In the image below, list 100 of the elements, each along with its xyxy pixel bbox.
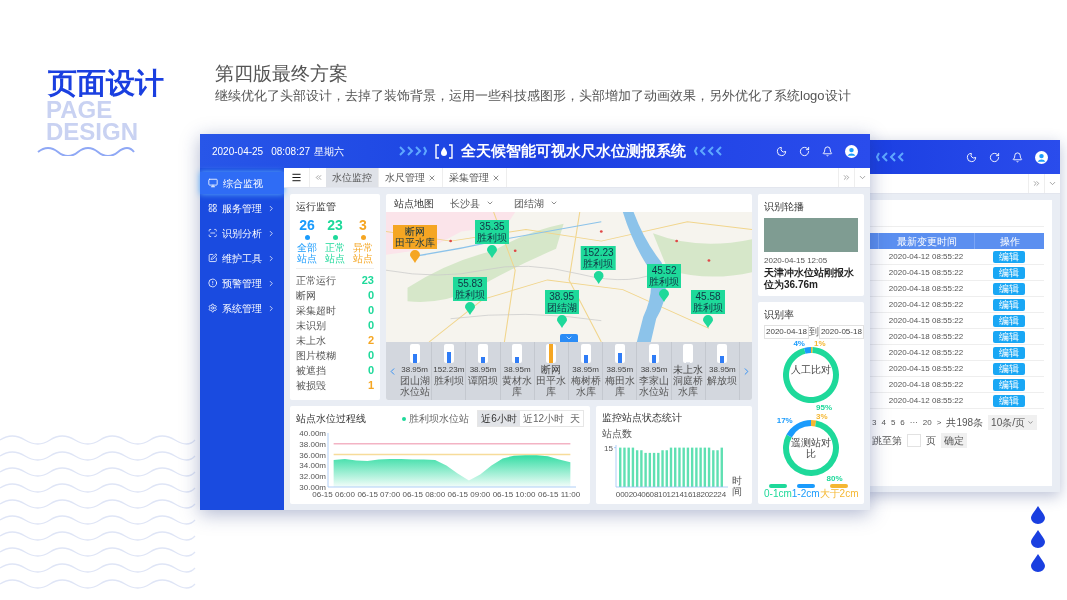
station-status: 未上水 bbox=[673, 364, 704, 375]
chevron-down-icon bbox=[486, 199, 494, 207]
axis-label: 10 bbox=[658, 490, 667, 499]
time-range-tab[interactable]: 近6小时 bbox=[478, 411, 520, 426]
chevrons-left-icon bbox=[693, 146, 722, 156]
table-cell-text: 2020-04-12 08:55:22 bbox=[887, 250, 965, 263]
table-cell-text: 2020-04-18 08:55:22 bbox=[887, 282, 965, 295]
double-chevron-right-icon bbox=[1032, 179, 1041, 188]
total-count: 共198条 bbox=[946, 416, 984, 430]
marker-value: 45.58 bbox=[695, 291, 721, 302]
marker-name: 胜利坝 bbox=[693, 302, 724, 313]
stat-label: 异常站点 bbox=[353, 242, 373, 264]
page-input[interactable] bbox=[907, 434, 921, 447]
time-text: 08:08:27 bbox=[271, 144, 311, 159]
user-avatar-icon[interactable] bbox=[845, 144, 858, 158]
sidebar-item[interactable]: 综合监视 bbox=[200, 172, 284, 194]
alert-icon bbox=[208, 278, 218, 288]
double-chevron-right-icon bbox=[842, 173, 851, 182]
bell-icon[interactable] bbox=[822, 145, 833, 157]
chevrons-left-icon bbox=[876, 152, 904, 162]
status-count: 0 bbox=[367, 348, 374, 364]
page-heading: 页面设计 bbox=[48, 66, 164, 101]
refresh-icon[interactable] bbox=[799, 145, 810, 157]
time-range-tab[interactable]: 天 bbox=[567, 411, 583, 426]
date-field[interactable]: 2020-04-18 bbox=[764, 324, 809, 339]
user-avatar-icon[interactable] bbox=[1035, 150, 1048, 164]
water-level-reading: 38.95m bbox=[640, 364, 668, 375]
slide-title: 第四版最终方案 bbox=[215, 62, 348, 86]
axis-label: 06-15 09:00 bbox=[447, 490, 491, 499]
logo-icon bbox=[434, 143, 453, 159]
collapse-button[interactable] bbox=[560, 334, 578, 342]
axis-label: 14 bbox=[675, 490, 684, 499]
sidebar-item[interactable]: 系统管理 bbox=[200, 297, 284, 319]
marker-value: 152.23 bbox=[582, 246, 614, 258]
chevron-down-icon bbox=[1048, 179, 1057, 188]
marker-value: 38.95 bbox=[549, 291, 575, 302]
value-label: 80% bbox=[826, 473, 843, 483]
station-name: 谭阳坝 bbox=[467, 375, 499, 386]
status-count: 0 bbox=[367, 363, 374, 379]
status-label: 正常运行 bbox=[296, 274, 336, 288]
table-cell-text: 2020-04-12 08:55:22 bbox=[887, 394, 965, 407]
page-link[interactable]: 5 bbox=[890, 416, 896, 429]
axis-label: 30.00m bbox=[299, 483, 326, 492]
page-link[interactable]: 20 bbox=[922, 416, 932, 429]
axis-label: 06 bbox=[641, 490, 651, 499]
axis-label: 06-15 06:00 bbox=[312, 490, 355, 499]
value-label: 4% bbox=[793, 339, 805, 349]
column-header: 操作 bbox=[974, 233, 1044, 249]
axis-title: 站点数 bbox=[602, 427, 633, 441]
axis-label: 06-15 07:00 bbox=[357, 490, 401, 499]
next-page-button[interactable]: > bbox=[936, 416, 942, 429]
stat-value: 23 bbox=[327, 218, 343, 232]
status-label: 图片模糊 bbox=[296, 349, 336, 363]
chevron-down-icon bbox=[565, 334, 573, 342]
marker-name: 胜利坝 bbox=[583, 257, 614, 269]
water-level-reading: 38.95m bbox=[606, 364, 634, 375]
page-link[interactable]: 4 bbox=[881, 416, 886, 429]
moon-icon[interactable] bbox=[776, 145, 787, 157]
station-name: 解放坝 bbox=[706, 375, 739, 386]
sidebar-item[interactable]: 服务管理 bbox=[200, 197, 284, 219]
status-count: 0 bbox=[367, 288, 374, 304]
donut-title: 人工比对 bbox=[790, 364, 832, 376]
marker-name: 胜利坝 bbox=[477, 231, 508, 243]
station-status: 断网 bbox=[541, 364, 562, 375]
confirm-button[interactable]: 确定 bbox=[941, 433, 967, 448]
panel-title: 识别轮播 bbox=[764, 200, 805, 214]
jump-label: 跳至第 bbox=[872, 434, 902, 448]
water-drop-icon bbox=[1031, 506, 1045, 524]
wave-underline-icon bbox=[36, 144, 136, 156]
page-size-select[interactable]: 10条/页 bbox=[988, 415, 1037, 430]
legend-label: 1-2cm bbox=[791, 488, 820, 499]
status-count: 23 bbox=[361, 273, 374, 289]
status-label: 采集超时 bbox=[296, 304, 336, 318]
water-level-reading: 38.95m bbox=[401, 364, 428, 375]
table-cell-text: 2020-04-12 08:55:22 bbox=[887, 298, 965, 311]
status-label: 未识别 bbox=[296, 319, 326, 333]
chevron-down-icon bbox=[550, 199, 558, 207]
axis-label: 12 bbox=[666, 490, 676, 499]
moon-icon[interactable] bbox=[966, 151, 977, 163]
page-link[interactable]: 6 bbox=[900, 416, 905, 429]
status-count: 0 bbox=[367, 318, 374, 334]
value-label: 95% bbox=[816, 403, 833, 412]
tab[interactable]: 水位监控 bbox=[326, 168, 379, 187]
monitor-icon bbox=[208, 178, 218, 188]
axis-label: 40.00m bbox=[299, 429, 326, 438]
marker-value: 断网 bbox=[405, 226, 426, 237]
page-link[interactable]: 3 bbox=[872, 416, 877, 429]
legend-label: 大于2cm bbox=[819, 488, 859, 499]
sidebar-item[interactable]: 识别分析 bbox=[200, 222, 284, 244]
axis-label: 06-15 11:00 bbox=[538, 490, 581, 499]
page-link[interactable]: ··· bbox=[909, 416, 918, 429]
sidebar-item[interactable]: 预警管理 bbox=[200, 272, 284, 294]
column-header: 最新变更时间 bbox=[878, 233, 974, 249]
axis-label: 06-15 08:00 bbox=[402, 490, 446, 499]
date-field[interactable]: 2020-05-18 bbox=[818, 324, 864, 339]
water-level-reading: 152.23m bbox=[433, 364, 465, 375]
axis-label: 16 bbox=[683, 490, 693, 499]
sidebar-item[interactable]: 维护工具 bbox=[200, 247, 284, 269]
refresh-icon[interactable] bbox=[989, 151, 1000, 163]
bell-icon[interactable] bbox=[1012, 151, 1023, 163]
